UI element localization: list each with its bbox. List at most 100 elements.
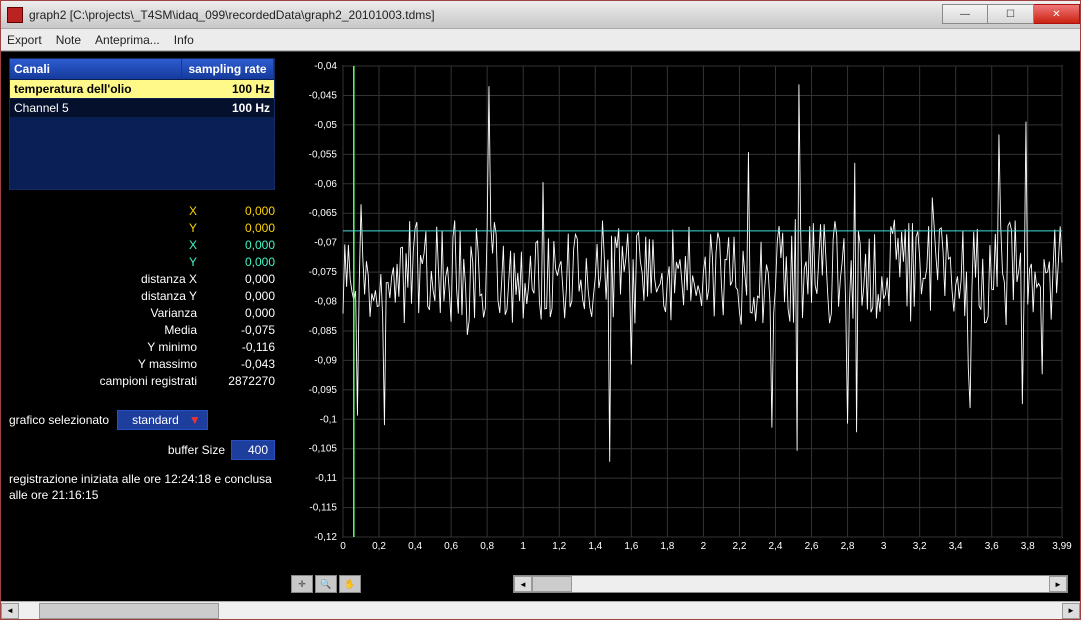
chart-hscrollbar[interactable]: ◄ ► xyxy=(513,575,1068,593)
cell-rate: 100 Hz xyxy=(182,80,274,98)
x1-label: X xyxy=(9,204,197,218)
maximize-button[interactable]: ☐ xyxy=(988,4,1034,24)
media-label: Media xyxy=(9,323,197,337)
chart-panel: 00,20,40,60,811,21,41,61,822,22,42,62,83… xyxy=(283,52,1080,601)
menu-export[interactable]: Export xyxy=(7,33,42,47)
dy-value: 0,000 xyxy=(205,289,275,303)
graph-selector-row: grafico selezionato standard xyxy=(9,410,275,430)
scroll-track[interactable] xyxy=(19,603,1062,619)
chart-svg[interactable]: 00,20,40,60,811,21,41,61,822,22,42,62,83… xyxy=(291,60,1072,561)
ymax-label: Y massimo xyxy=(9,357,197,371)
ymin-value: -0,116 xyxy=(205,340,275,354)
svg-text:-0,1: -0,1 xyxy=(320,414,338,425)
svg-text:2,6: 2,6 xyxy=(805,541,819,552)
svg-text:2: 2 xyxy=(701,541,707,552)
scroll-thumb[interactable] xyxy=(39,603,219,619)
svg-text:1: 1 xyxy=(520,541,526,552)
stats-grid: X 0,000 Y 0,000 X 0,000 Y 0,000 distanza… xyxy=(9,204,275,388)
svg-text:1,8: 1,8 xyxy=(660,541,674,552)
cell-name: Channel 5 xyxy=(10,99,182,117)
chart-area[interactable]: 00,20,40,60,811,21,41,61,822,22,42,62,83… xyxy=(291,60,1072,561)
svg-text:1,4: 1,4 xyxy=(588,541,602,552)
table-row[interactable]: Channel 5 100 Hz xyxy=(10,98,274,117)
scroll-right-icon[interactable]: ► xyxy=(1062,603,1080,619)
table-header: Canali sampling rate xyxy=(10,59,274,79)
svg-text:1,6: 1,6 xyxy=(624,541,638,552)
svg-text:3: 3 xyxy=(881,541,887,552)
table-row[interactable]: temperatura dell'olio 100 Hz xyxy=(10,79,274,98)
selector-label: grafico selezionato xyxy=(9,413,109,427)
scroll-right-icon[interactable]: ► xyxy=(1049,576,1067,592)
th-channels: Canali xyxy=(10,59,182,79)
minimize-button[interactable]: — xyxy=(942,4,988,24)
svg-text:-0,09: -0,09 xyxy=(314,355,337,366)
svg-text:0,4: 0,4 xyxy=(408,541,422,552)
app-icon xyxy=(7,7,23,23)
pan-tool-icon[interactable]: ✋ xyxy=(339,575,361,593)
content-area: Canali sampling rate temperatura dell'ol… xyxy=(1,51,1080,601)
media-value: -0,075 xyxy=(205,323,275,337)
svg-text:-0,04: -0,04 xyxy=(314,61,337,72)
svg-text:2,2: 2,2 xyxy=(732,541,746,552)
svg-text:1,2: 1,2 xyxy=(552,541,566,552)
svg-text:-0,07: -0,07 xyxy=(314,238,337,249)
x2-label: X xyxy=(9,238,197,252)
svg-text:-0,105: -0,105 xyxy=(309,444,338,455)
y1-label: Y xyxy=(9,221,197,235)
scroll-thumb[interactable] xyxy=(532,576,572,592)
channel-table[interactable]: Canali sampling rate temperatura dell'ol… xyxy=(9,58,275,190)
svg-text:-0,065: -0,065 xyxy=(309,208,338,219)
th-rate: sampling rate xyxy=(182,59,274,79)
dy-label: distanza Y xyxy=(9,289,197,303)
svg-text:0,6: 0,6 xyxy=(444,541,458,552)
svg-text:-0,11: -0,11 xyxy=(315,473,337,484)
menu-anteprima[interactable]: Anteprima... xyxy=(95,33,160,47)
x1-value: 0,000 xyxy=(205,204,275,218)
buffer-row: buffer Size 400 xyxy=(9,440,275,460)
svg-text:-0,085: -0,085 xyxy=(309,326,338,337)
svg-text:-0,06: -0,06 xyxy=(314,179,337,190)
y1-value: 0,000 xyxy=(205,221,275,235)
left-panel: Canali sampling rate temperatura dell'ol… xyxy=(1,52,283,601)
svg-text:2,8: 2,8 xyxy=(841,541,855,552)
menu-info[interactable]: Info xyxy=(174,33,194,47)
table-row[interactable] xyxy=(10,135,274,153)
svg-text:0: 0 xyxy=(340,541,346,552)
buffer-label: buffer Size xyxy=(168,443,225,457)
svg-text:-0,045: -0,045 xyxy=(309,90,338,101)
chart-toolbar: ✛ 🔍 ✋ xyxy=(291,575,361,593)
svg-text:-0,12: -0,12 xyxy=(314,532,337,543)
scroll-left-icon[interactable]: ◄ xyxy=(1,603,19,619)
zoom-tool-icon[interactable]: 🔍 xyxy=(315,575,337,593)
svg-text:-0,055: -0,055 xyxy=(309,149,338,160)
dx-value: 0,000 xyxy=(205,272,275,286)
dx-label: distanza X xyxy=(9,272,197,286)
graph-selector-dropdown[interactable]: standard xyxy=(117,410,208,430)
svg-text:3,6: 3,6 xyxy=(985,541,999,552)
window-buttons: — ☐ ✕ xyxy=(942,5,1080,24)
var-label: Varianza xyxy=(9,306,197,320)
samples-value: 2872270 xyxy=(205,374,275,388)
svg-text:3,2: 3,2 xyxy=(913,541,927,552)
table-row[interactable] xyxy=(10,153,274,171)
scroll-track[interactable] xyxy=(532,576,1049,592)
menu-note[interactable]: Note xyxy=(56,33,81,47)
table-row[interactable] xyxy=(10,171,274,189)
svg-text:-0,075: -0,075 xyxy=(309,267,338,278)
samples-label: campioni registrati xyxy=(9,374,197,388)
crosshair-tool-icon[interactable]: ✛ xyxy=(291,575,313,593)
scroll-left-icon[interactable]: ◄ xyxy=(514,576,532,592)
svg-text:-0,115: -0,115 xyxy=(309,503,337,514)
svg-text:-0,08: -0,08 xyxy=(314,297,337,308)
table-row[interactable] xyxy=(10,117,274,135)
cell-name: temperatura dell'olio xyxy=(10,80,182,98)
var-value: 0,000 xyxy=(205,306,275,320)
svg-text:3,8: 3,8 xyxy=(1021,541,1035,552)
svg-text:3,4: 3,4 xyxy=(949,541,963,552)
close-button[interactable]: ✕ xyxy=(1034,4,1080,24)
window-hscrollbar[interactable]: ◄ ► xyxy=(1,601,1080,619)
svg-text:-0,095: -0,095 xyxy=(309,385,338,396)
titlebar[interactable]: graph2 [C:\projects\_T4SM\idaq_099\recor… xyxy=(1,1,1080,29)
x2-value: 0,000 xyxy=(205,238,275,252)
buffer-input[interactable]: 400 xyxy=(231,440,275,460)
